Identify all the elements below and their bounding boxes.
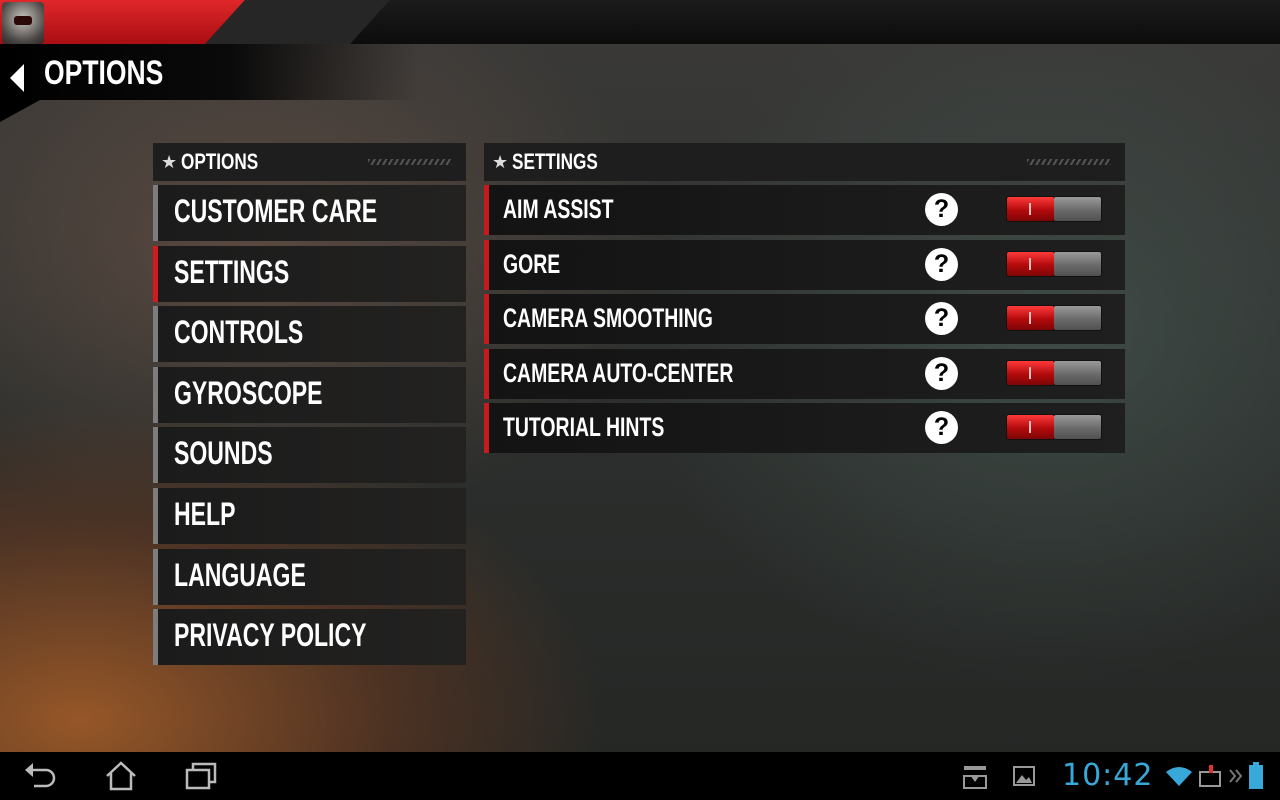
wifi-icon [1166,767,1192,786]
clock[interactable]: 10:42 [1062,758,1153,793]
menu-item-label: PRIVACY POLICY [174,617,367,654]
back-button[interactable] [6,62,30,94]
top-bar [0,0,1280,44]
toggle-gore[interactable] [1006,250,1102,277]
menu-item-customer-care[interactable]: CUSTOMER CARE [153,185,466,241]
keyboard-icon [1199,765,1221,787]
menu-item-controls[interactable]: CONTROLS [153,306,466,363]
back-icon[interactable] [22,760,58,792]
setting-row-aim-assist: AIM ASSIST ? [484,185,1125,235]
setting-label: CAMERA AUTO-CENTER [503,357,734,388]
page-title: OPTIONS [44,54,164,92]
setting-row-camera-auto-center: CAMERA AUTO-CENTER ? [484,348,1125,399]
settings-panel-heading: ★ SETTINGS [484,143,1125,181]
question-icon[interactable]: ? [925,193,958,226]
setting-label: CAMERA SMOOTHING [503,303,713,334]
toggle-camera-auto-center[interactable] [1006,359,1102,386]
menu-item-label: LANGUAGE [174,556,306,593]
menu-item-label: SOUNDS [174,435,273,472]
setting-row-camera-smoothing: CAMERA SMOOTHING ? [484,294,1125,345]
question-icon[interactable]: ? [925,411,958,445]
menu-item-language[interactable]: LANGUAGE [153,548,466,605]
menu-item-settings[interactable]: SETTINGS [153,245,466,302]
menu-item-sounds[interactable]: SOUNDS [153,427,466,484]
menu-item-label: CONTROLS [174,314,304,351]
menu-item-privacy-policy[interactable]: PRIVACY POLICY [153,609,466,666]
options-heading-label: OPTIONS [181,149,259,174]
toggle-aim-assist[interactable] [1006,196,1102,222]
star-icon: ★ [161,151,178,172]
settings-heading-label: SETTINGS [512,149,598,174]
toggle-camera-smoothing[interactable] [1006,305,1102,332]
chevron-left-icon [10,64,24,92]
player-avatar[interactable] [2,2,44,44]
menu-item-label: CUSTOMER CARE [174,193,378,229]
image-icon[interactable] [1012,764,1036,788]
recent-apps-icon[interactable] [183,760,219,792]
setting-row-tutorial-hints: TUTORIAL HINTS ? [484,403,1125,454]
options-panel-heading: ★ OPTIONS [153,143,466,181]
more-icon[interactable] [1229,764,1243,788]
menu-item-label: GYROSCOPE [174,374,323,411]
menu-item-label: HELP [174,495,236,532]
settings-list: AIM ASSIST ? GORE ? CAMERA SMOOTHING ? C… [484,185,1125,458]
menu-item-help[interactable]: HELP [153,487,466,544]
hatch-decoration [1027,159,1111,165]
question-icon[interactable]: ? [925,302,958,336]
setting-row-gore: GORE ? [484,239,1125,290]
question-icon[interactable]: ? [925,247,958,281]
question-icon[interactable]: ? [925,356,958,390]
menu-item-gyroscope[interactable]: GYROSCOPE [153,366,466,423]
setting-label: AIM ASSIST [503,194,614,224]
home-icon[interactable] [103,760,139,792]
battery-icon [1249,762,1263,789]
hatch-decoration [368,159,452,165]
menu-item-label: SETTINGS [174,253,290,290]
setting-label: TUTORIAL HINTS [503,412,665,443]
star-icon: ★ [492,151,509,172]
setting-label: GORE [503,248,561,279]
toggle-tutorial-hints[interactable] [1006,414,1102,441]
options-menu: CUSTOMER CARE SETTINGS CONTROLS GYROSCOP… [153,185,466,670]
download-icon[interactable] [962,764,988,790]
